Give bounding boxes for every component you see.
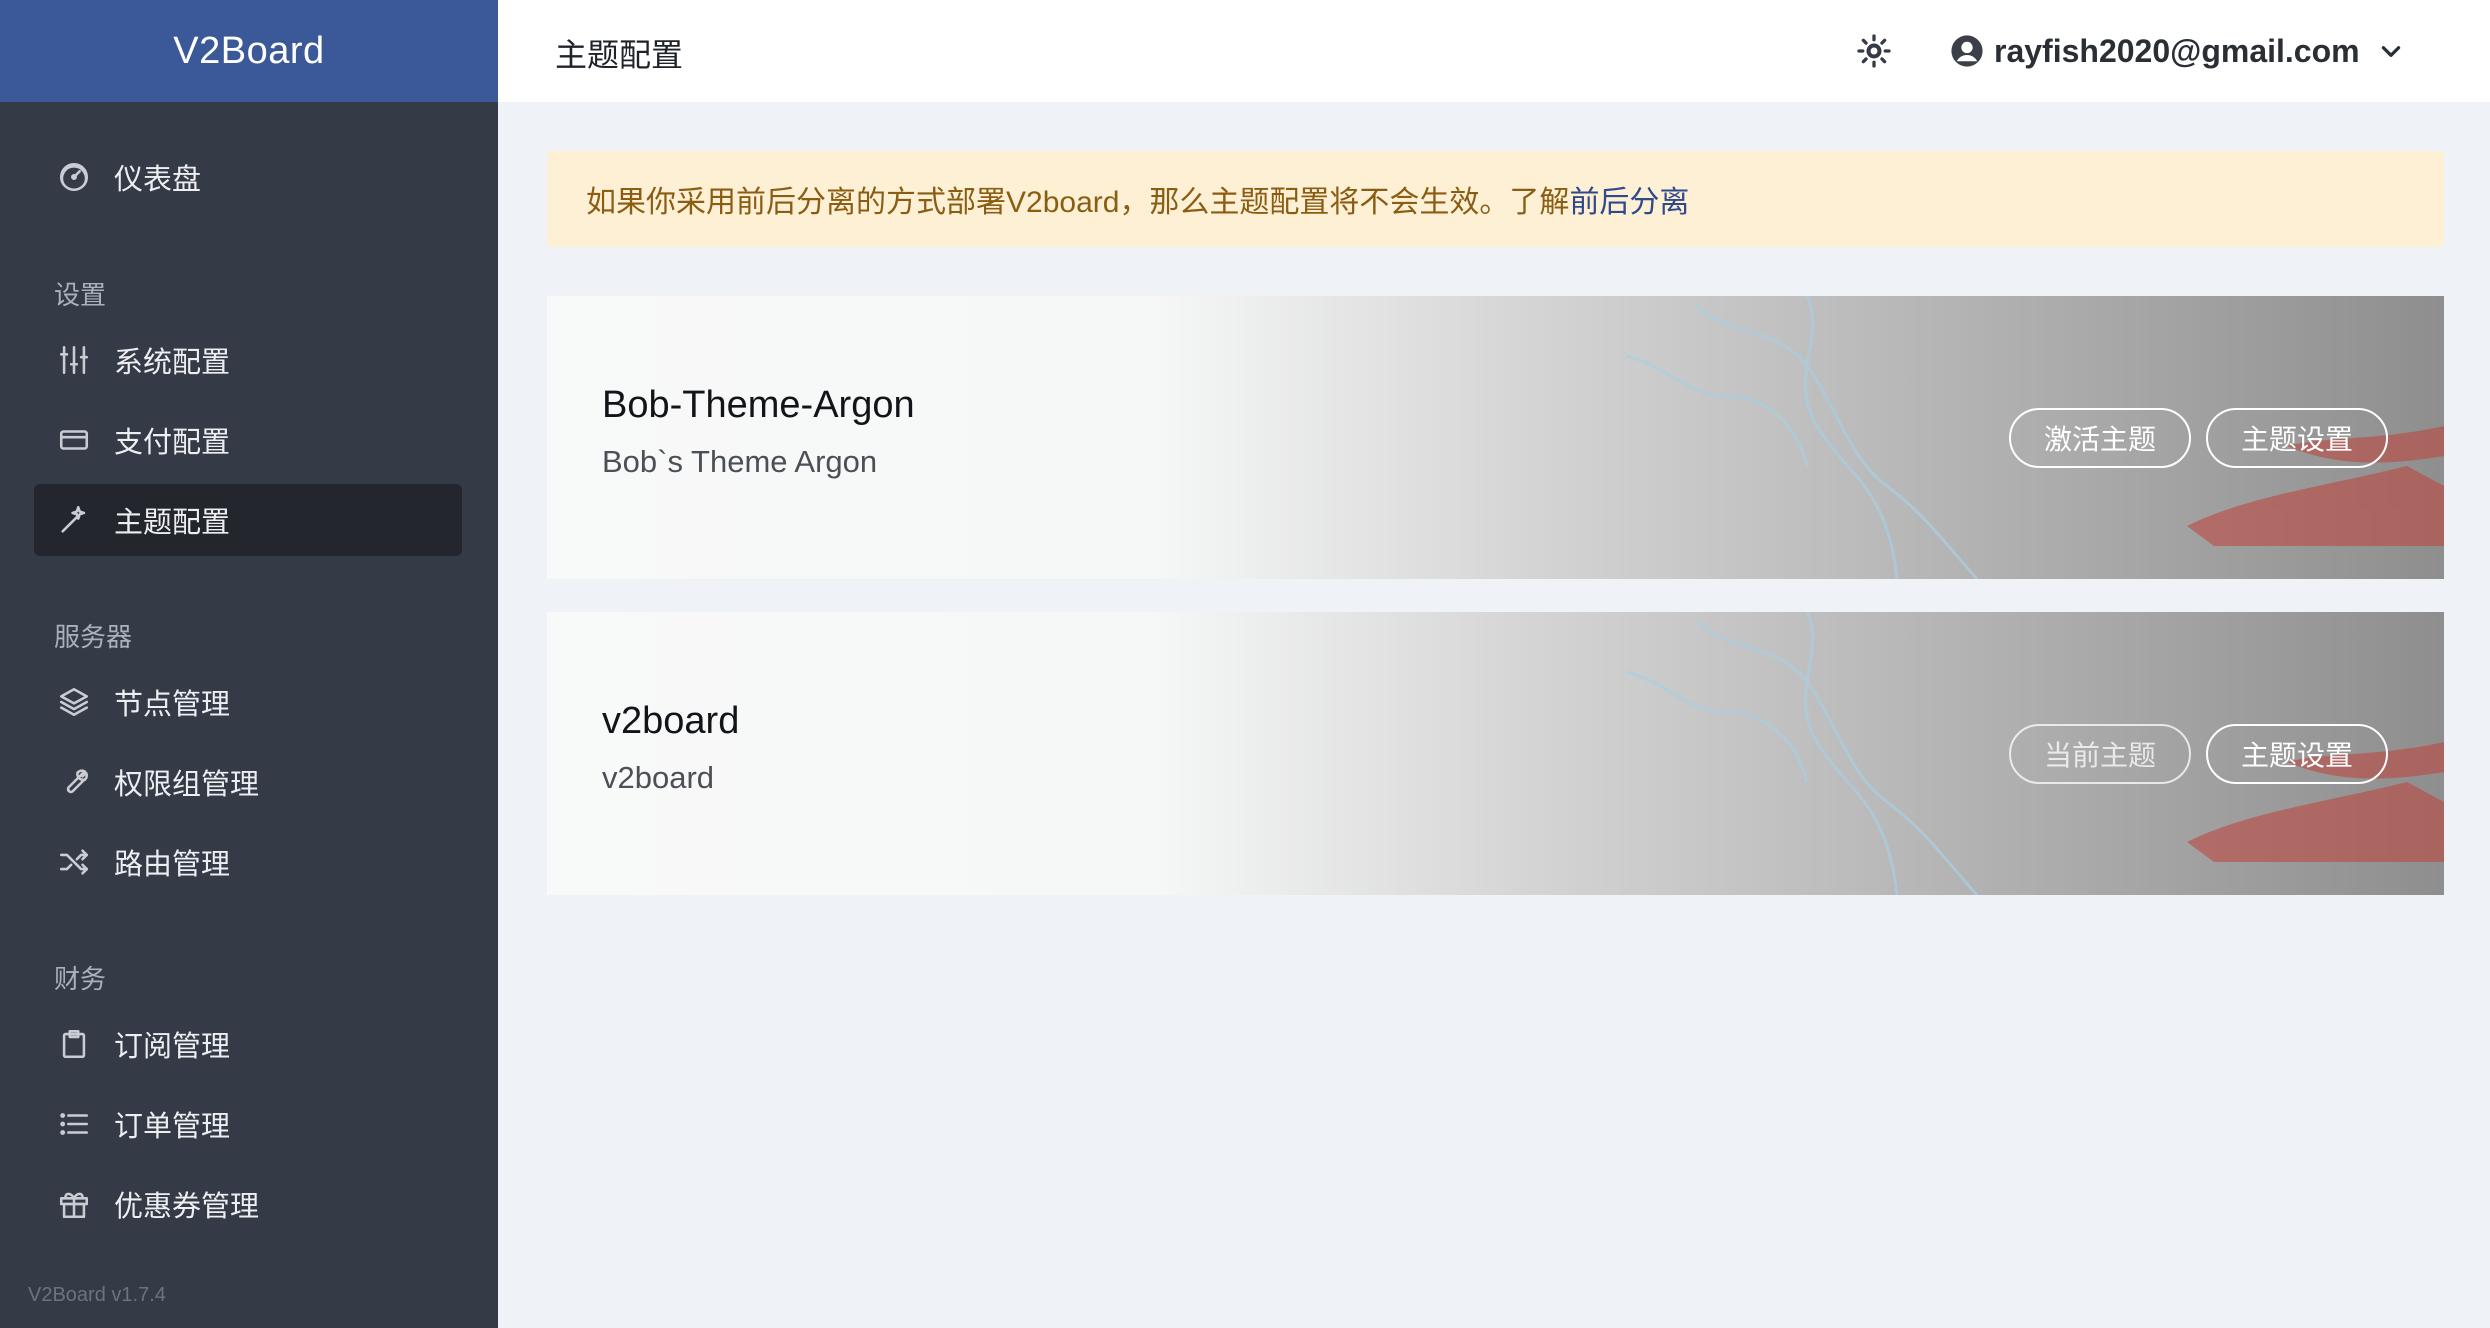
page-title: 主题配置 [555,37,684,73]
nav-section-finance: 财务 [54,964,107,994]
top-header: 主题配置 rayfish2020@gmail.com [498,0,2490,102]
sidebar-item-node-management[interactable]: 节点管理 [34,666,462,738]
sidebar-item-theme-config[interactable]: 主题配置 [34,484,462,556]
sidebar-item-permission-group[interactable]: 权限组管理 [34,746,462,818]
sidebar: V2Board 仪表盘 设置 系统配置 支付配置 主题配置 服务器 节点管理 权… [0,0,498,1328]
activate-theme-button[interactable]: 激活主题 [2009,408,2191,468]
sidebar-item-label: 订单管理 [114,1111,231,1143]
sidebar-item-label: 系统配置 [114,347,231,379]
alert-text: 如果你采用前后分离的方式部署V2board，那么主题配置将不会生效。了解 [586,186,1570,219]
separation-docs-link[interactable]: 前后分离 [1569,177,1689,221]
theme-toggle-button[interactable] [1856,33,1892,69]
nav-section-servers: 服务器 [54,622,133,652]
sliders-icon [54,340,94,380]
deployment-warning-alert: 如果你采用前后分离的方式部署V2board，那么主题配置将不会生效。了解 前后分离 [547,151,2444,247]
user-menu[interactable]: rayfish2020@gmail.com [1950,26,2404,76]
sidebar-item-label: 仪表盘 [114,164,202,196]
sun-icon [1857,34,1891,68]
sidebar-item-subscription-management[interactable]: 订阅管理 [34,1008,462,1080]
dashboard-icon [54,157,94,197]
sidebar-item-label: 优惠券管理 [114,1191,260,1223]
brand-name: V2Board [173,29,325,72]
sidebar-item-label: 节点管理 [114,689,231,721]
sidebar-item-label: 主题配置 [114,507,231,539]
brand-logo[interactable]: V2Board [0,0,498,102]
current-theme-button[interactable]: 当前主题 [2009,724,2191,784]
list-icon [54,1104,94,1144]
sidebar-item-system-config[interactable]: 系统配置 [34,324,462,396]
sidebar-item-payment-config[interactable]: 支付配置 [34,404,462,476]
sidebar-item-label: 支付配置 [114,427,231,459]
theme-name: v2board [602,700,740,742]
gift-icon [54,1184,94,1224]
sidebar-item-dashboard[interactable]: 仪表盘 [34,141,462,213]
theme-description: v2board [602,760,715,795]
user-email: rayfish2020@gmail.com [1994,32,2360,69]
theme-card: v2board v2board 当前主题 主题设置 [547,612,2444,895]
wrench-icon [54,762,94,802]
theme-name: Bob-Theme-Argon [602,384,915,426]
nav-section-settings: 设置 [54,280,107,310]
sidebar-item-route-management[interactable]: 路由管理 [34,826,462,898]
layers-icon [54,682,94,722]
chevron-down-icon [2381,46,2400,57]
theme-description: Bob`s Theme Argon [602,444,878,479]
sidebar-item-order-management[interactable]: 订单管理 [34,1088,462,1160]
user-circle-icon [1951,35,1983,67]
sidebar-item-label: 订阅管理 [114,1031,231,1063]
theme-settings-button[interactable]: 主题设置 [2206,724,2388,784]
magic-wand-icon [54,500,94,540]
sidebar-item-label: 路由管理 [114,849,231,881]
theme-settings-button[interactable]: 主题设置 [2206,408,2388,468]
sidebar-item-label: 权限组管理 [114,769,260,801]
shuffle-icon [54,842,94,882]
sidebar-item-coupon-management[interactable]: 优惠券管理 [34,1168,462,1240]
theme-card: Bob-Theme-Argon Bob`s Theme Argon 激活主题 主… [547,296,2444,579]
credit-card-icon [54,420,94,460]
clipboard-icon [54,1024,94,1064]
version-label: V2Board v1.7.4 [28,1284,166,1306]
